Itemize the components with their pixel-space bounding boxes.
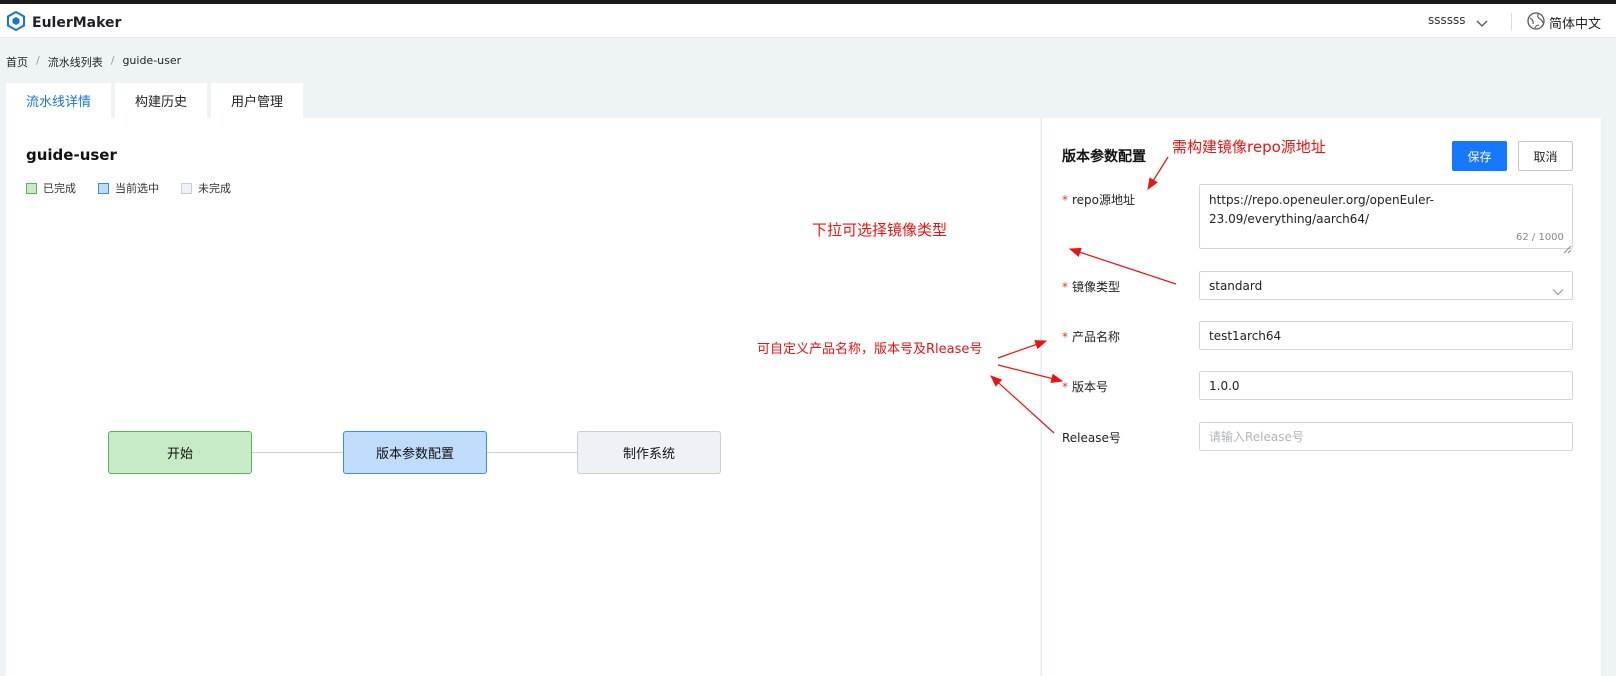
- annotation-arrows: [990, 156, 1177, 434]
- arrow-from-release: [990, 375, 1055, 434]
- arrow-to-repo: [1147, 156, 1169, 191]
- arrow-to-version: [997, 364, 1064, 384]
- arrow-to-dropdown: [1068, 247, 1177, 285]
- arrow-to-product-name: [997, 340, 1048, 359]
